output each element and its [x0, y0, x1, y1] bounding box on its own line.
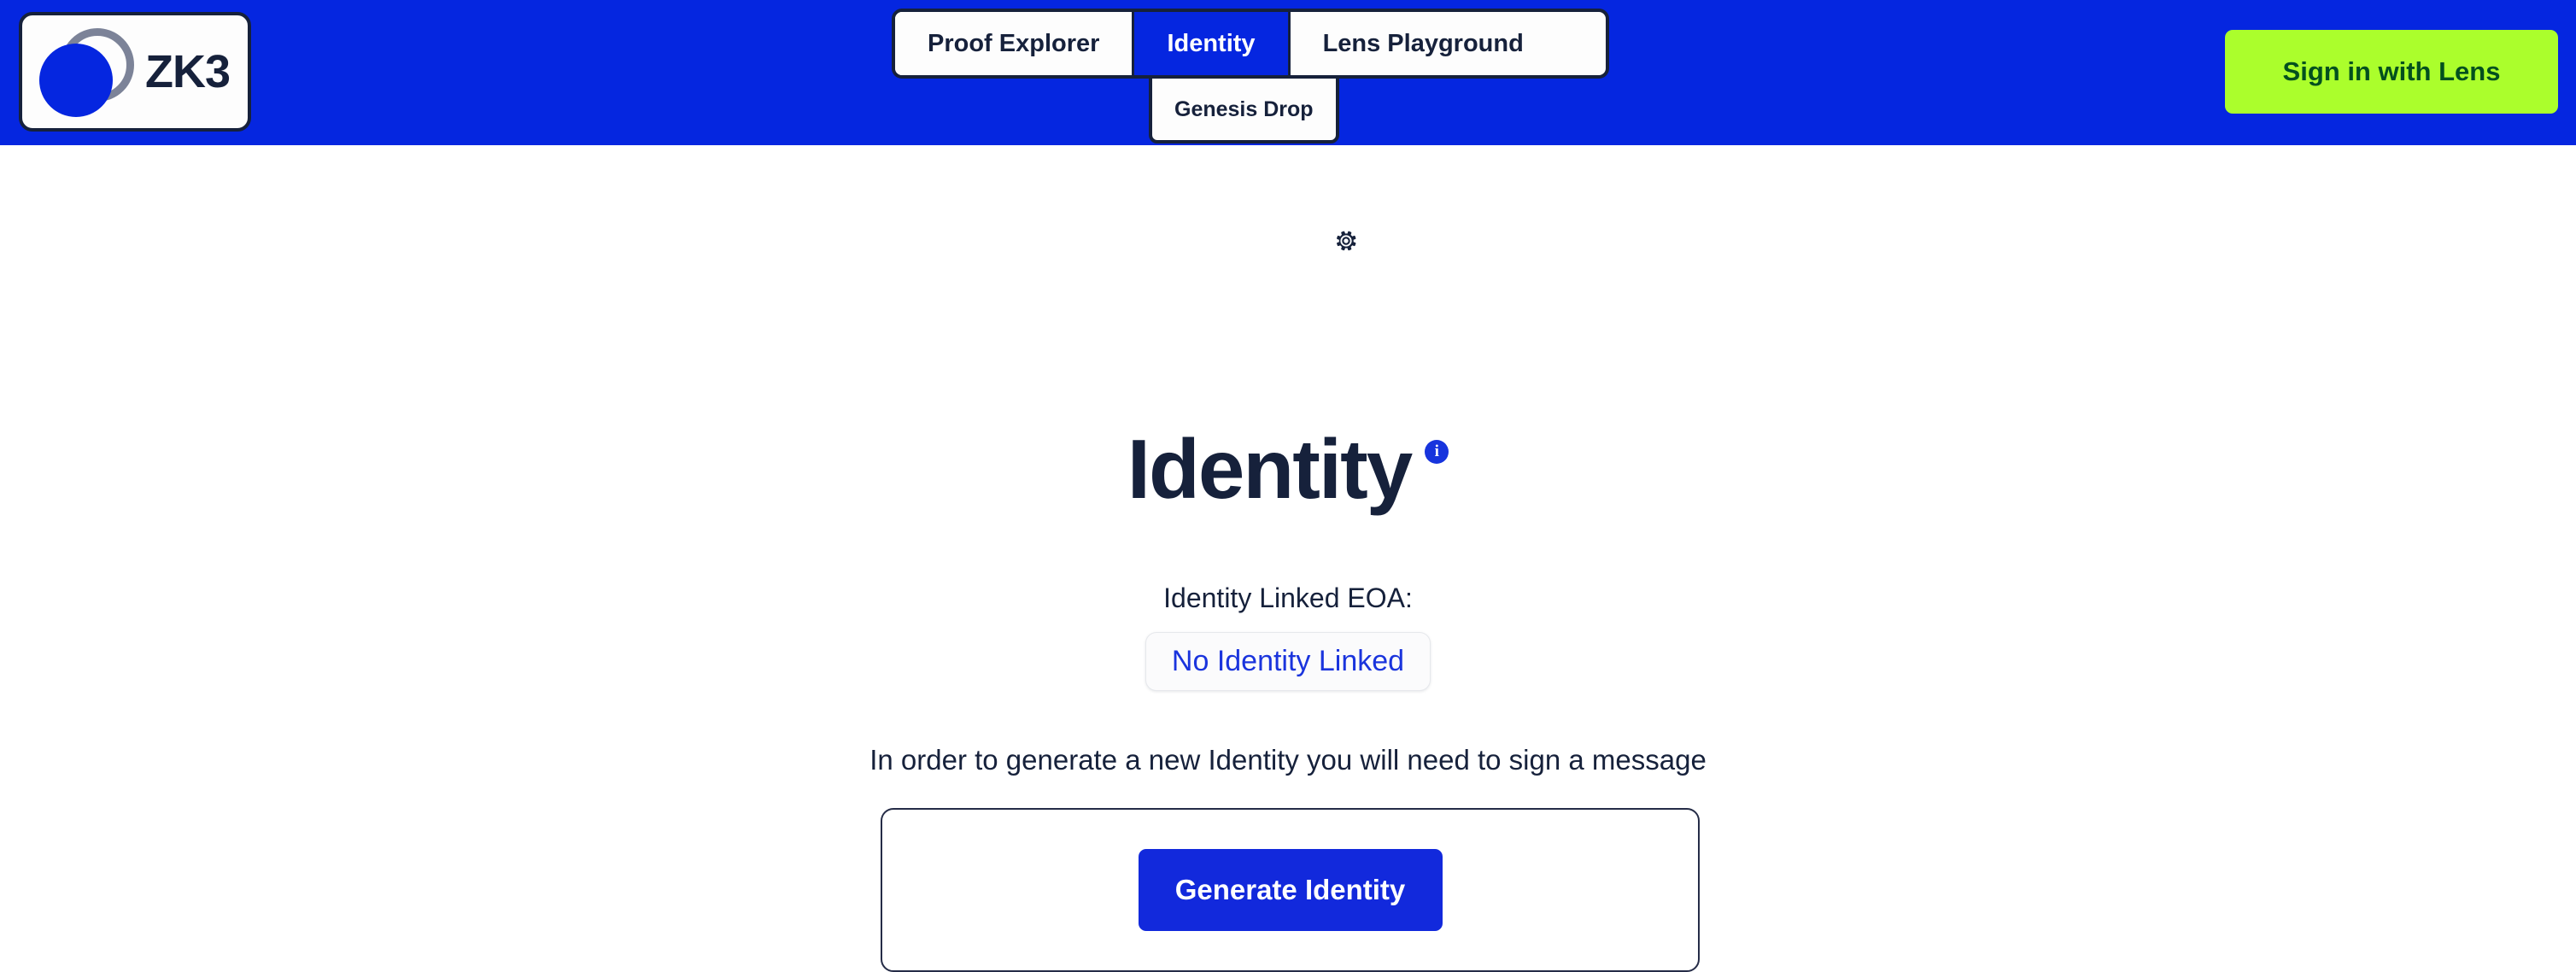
logo[interactable]: ZK3: [19, 12, 251, 132]
identity-linked-eoa-label: Identity Linked EOA:: [1163, 583, 1413, 613]
identity-linked-eoa-value[interactable]: No Identity Linked: [1145, 632, 1431, 691]
identity-linked-eoa-row: No Identity Linked: [0, 632, 2576, 691]
gear-icon-svg: [1337, 231, 1356, 251]
info-icon[interactable]: i: [1425, 440, 1449, 464]
main-navigation: Proof Explorer Identity Lens Playground …: [892, 9, 1609, 143]
logo-text: ZK3: [145, 46, 231, 97]
nav-tab-group: Proof Explorer Identity Lens Playground: [892, 9, 1609, 79]
app-header: ZK3 Proof Explorer Identity Lens Playgro…: [0, 0, 2576, 145]
nav-submenu-item-genesis-drop[interactable]: Genesis Drop: [1149, 75, 1339, 143]
page-title: Identity: [1127, 422, 1413, 516]
tab-proof-explorer[interactable]: Proof Explorer: [895, 12, 1133, 75]
main-content: Identity i Identity Linked EOA: No Ident…: [0, 145, 2576, 972]
logo-filled-circle-icon: [39, 44, 113, 117]
gear-icon[interactable]: [1327, 222, 1365, 260]
generate-identity-hint: In order to generate a new Identity you …: [869, 744, 1707, 776]
page-title-row: Identity i: [0, 427, 2576, 511]
generate-identity-button[interactable]: Generate Identity: [1138, 849, 1443, 931]
logo-mark: [38, 25, 142, 119]
tab-identity[interactable]: Identity: [1132, 12, 1288, 75]
settings-row: [0, 222, 2576, 260]
sign-in-with-lens-button[interactable]: Sign in with Lens: [2225, 30, 2558, 114]
tab-lens-playground[interactable]: Lens Playground: [1287, 12, 1556, 75]
generate-identity-card: Generate Identity: [881, 808, 1700, 972]
